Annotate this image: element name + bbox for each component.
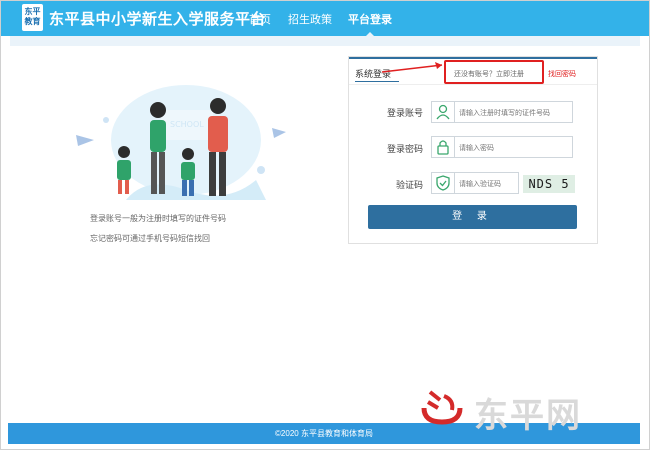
password-label: 登录密码 bbox=[386, 144, 423, 154]
site-logo[interactable]: 东平教育 bbox=[22, 4, 43, 31]
captcha-image[interactable]: NDS 5 bbox=[523, 175, 575, 193]
title-underline bbox=[355, 81, 399, 82]
password-input[interactable]: 请输入密码 bbox=[431, 136, 573, 158]
login-panel: 系统登录 还没有账号？立即注册 找回密码 登录账号 请输入注册时填写的证件号码 … bbox=[348, 56, 598, 244]
forgot-password-link[interactable]: 找回密码 bbox=[548, 69, 576, 79]
account-label: 登录账号 bbox=[386, 108, 423, 118]
password-placeholder: 请输入密码 bbox=[459, 145, 494, 152]
user-icon bbox=[432, 102, 455, 122]
login-button[interactable]: 登 录 bbox=[368, 205, 577, 229]
nav-platform-login[interactable]: 平台登录 bbox=[348, 11, 392, 27]
tip-forgot-password: 忘记密码可通过手机号码短信找回 bbox=[90, 234, 210, 243]
captcha-placeholder: 请输入验证码 bbox=[459, 181, 501, 188]
annotation-arrow-icon bbox=[381, 62, 443, 73]
account-input[interactable]: 请输入注册时填写的证件号码 bbox=[431, 101, 573, 123]
header-subbar bbox=[10, 36, 640, 46]
captcha-label: 验证码 bbox=[395, 180, 423, 190]
register-link[interactable]: 还没有账号？立即注册 bbox=[454, 69, 524, 79]
captcha-input[interactable]: 请输入验证码 bbox=[431, 172, 519, 194]
school-sign: SCHOOL bbox=[170, 120, 204, 129]
shield-check-icon bbox=[432, 173, 455, 193]
site-title: 东平县中小学新生入学服务平台 bbox=[49, 11, 267, 28]
tip-account: 登录账号一般为注册时填写的证件号码 bbox=[90, 214, 226, 223]
nav-enrollment-policy[interactable]: 招生政策 bbox=[288, 11, 332, 27]
watermark-text: 东平网 bbox=[474, 396, 582, 436]
account-placeholder: 请输入注册时填写的证件号码 bbox=[459, 110, 550, 117]
lock-icon bbox=[432, 137, 455, 157]
site-header: 东平教育 东平县中小学新生入学服务平台 首页 招生政策 平台登录 bbox=[0, 0, 650, 38]
panel-divider bbox=[349, 84, 597, 85]
family-illustration: SCHOOL bbox=[76, 85, 286, 200]
panel-top-border bbox=[349, 57, 597, 59]
nav-home[interactable]: 首页 bbox=[249, 11, 271, 27]
watermark-logo-icon bbox=[421, 390, 463, 425]
